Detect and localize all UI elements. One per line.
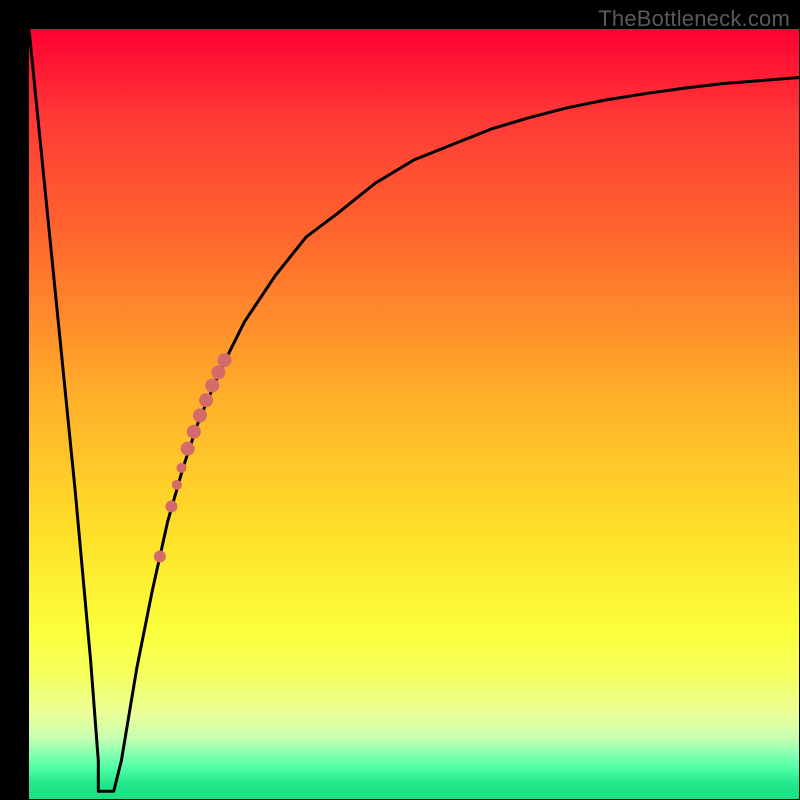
chart-stage: TheBottleneck.com — [0, 0, 800, 800]
plot-background-gradient — [29, 29, 799, 799]
watermark-text: TheBottleneck.com — [598, 6, 790, 32]
